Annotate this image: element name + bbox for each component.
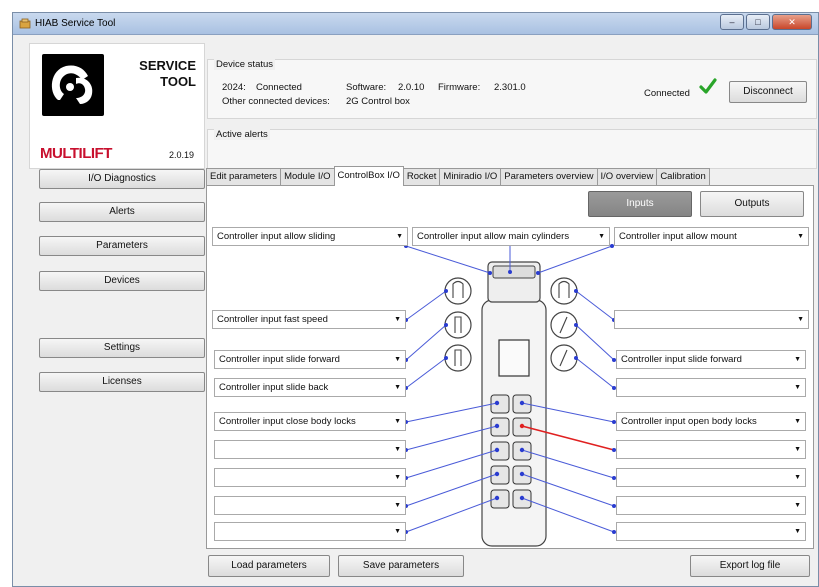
dropdown-arrow-icon: ▼	[394, 316, 401, 323]
combo-left-3[interactable]: Controller input slide back ▼	[214, 378, 406, 397]
dropdown-arrow-icon: ▼	[797, 316, 804, 323]
combo-right-2-value: Controller input slide forward	[621, 354, 742, 365]
combo-left-8[interactable]: ▼	[214, 522, 406, 541]
controller-top-knob	[492, 265, 536, 279]
dropdown-arrow-icon: ▼	[394, 528, 401, 535]
dropdown-arrow-icon: ▼	[394, 384, 401, 391]
dropdown-arrow-icon: ▼	[794, 418, 801, 425]
combo-top-2[interactable]: Controller input allow main cylinders ▼	[412, 227, 610, 246]
combo-top-2-value: Controller input allow main cylinders	[417, 231, 570, 242]
combo-right-4-value: Controller input open body locks	[621, 416, 757, 427]
save-parameters-button[interactable]: Save parameters	[338, 555, 464, 577]
combo-right-2[interactable]: Controller input slide forward ▼	[616, 350, 806, 369]
dropdown-arrow-icon: ▼	[394, 418, 401, 425]
dropdown-arrow-icon: ▼	[794, 384, 801, 391]
dropdown-arrow-icon: ▼	[394, 502, 401, 509]
dropdown-arrow-icon: ▼	[394, 356, 401, 363]
dropdown-arrow-icon: ▼	[394, 446, 401, 453]
dropdown-arrow-icon: ▼	[794, 474, 801, 481]
dropdown-arrow-icon: ▼	[394, 474, 401, 481]
tab-controlbox-io[interactable]: ControlBox I/O	[333, 166, 404, 186]
combo-top-3-value: Controller input allow mount	[619, 231, 737, 242]
export-log-file-button[interactable]: Export log file	[690, 555, 810, 577]
combo-left-3-value: Controller input slide back	[219, 382, 329, 393]
combo-top-1[interactable]: Controller input allow sliding ▼	[212, 227, 408, 246]
combo-right-5[interactable]: ▼	[616, 440, 806, 459]
dropdown-arrow-icon: ▼	[794, 446, 801, 453]
combo-left-1-value: Controller input fast speed	[217, 314, 328, 325]
combo-top-3[interactable]: Controller input allow mount ▼	[614, 227, 809, 246]
combo-left-4[interactable]: Controller input close body locks ▼	[214, 412, 406, 431]
dropdown-arrow-icon: ▼	[396, 233, 403, 240]
load-parameters-button[interactable]: Load parameters	[208, 555, 330, 577]
dropdown-arrow-icon: ▼	[797, 233, 804, 240]
dropdown-arrow-icon: ▼	[794, 502, 801, 509]
lever-left-2-icon	[444, 311, 472, 339]
combo-right-7[interactable]: ▼	[616, 496, 806, 515]
combo-right-6[interactable]: ▼	[616, 468, 806, 487]
combo-left-7[interactable]: ▼	[214, 496, 406, 515]
dropdown-arrow-icon: ▼	[794, 528, 801, 535]
combo-left-6[interactable]: ▼	[214, 468, 406, 487]
controller-display	[498, 339, 530, 377]
dropdown-arrow-icon: ▼	[794, 356, 801, 363]
combo-right-8[interactable]: ▼	[616, 522, 806, 541]
lever-left-3-icon	[444, 344, 472, 372]
combo-left-1[interactable]: Controller input fast speed ▼	[212, 310, 406, 329]
combo-left-2[interactable]: Controller input slide forward ▼	[214, 350, 406, 369]
combo-right-1[interactable]: ▼	[614, 310, 809, 329]
combo-top-1-value: Controller input allow sliding	[217, 231, 336, 242]
combo-left-5[interactable]: ▼	[214, 440, 406, 459]
combo-left-2-value: Controller input slide forward	[219, 354, 340, 365]
combo-right-4[interactable]: Controller input open body locks ▼	[616, 412, 806, 431]
combo-left-4-value: Controller input close body locks	[219, 416, 356, 427]
combo-right-3[interactable]: ▼	[616, 378, 806, 397]
dropdown-arrow-icon: ▼	[598, 233, 605, 240]
